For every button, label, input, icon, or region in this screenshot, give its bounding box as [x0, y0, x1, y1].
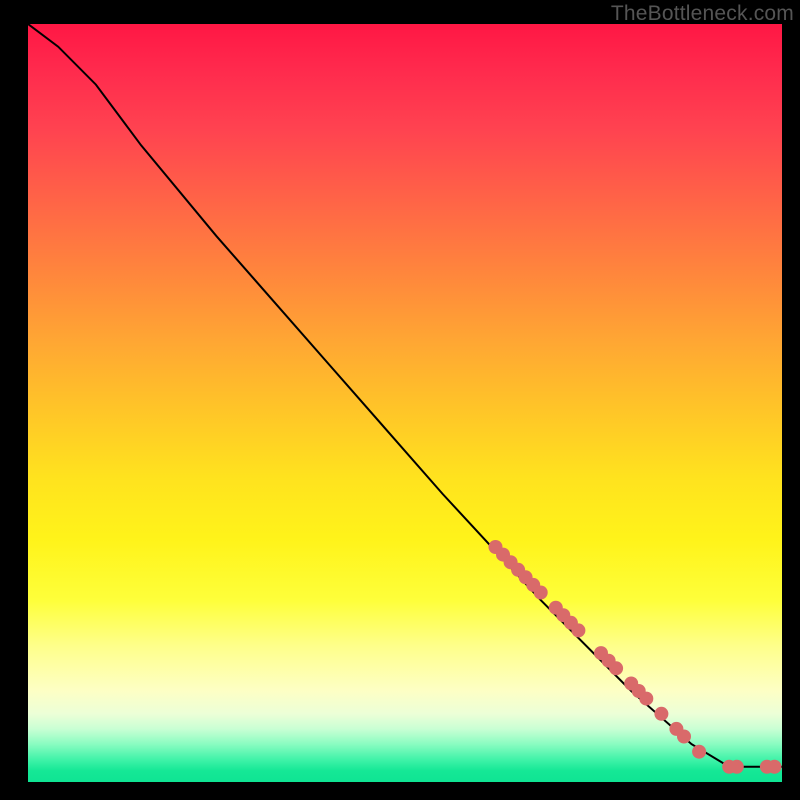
data-marker [730, 760, 744, 774]
data-marker [692, 745, 706, 759]
data-marker [609, 661, 623, 675]
watermark-text: TheBottleneck.com [611, 2, 794, 26]
chart-svg [28, 24, 782, 782]
data-marker [639, 692, 653, 706]
data-marker [571, 623, 585, 637]
data-marker [534, 586, 548, 600]
chart-plot-area [28, 24, 782, 782]
data-marker [768, 760, 782, 774]
data-marker [654, 707, 668, 721]
data-marker [677, 730, 691, 744]
bottleneck-curve [28, 24, 782, 767]
data-markers-group [489, 540, 782, 774]
